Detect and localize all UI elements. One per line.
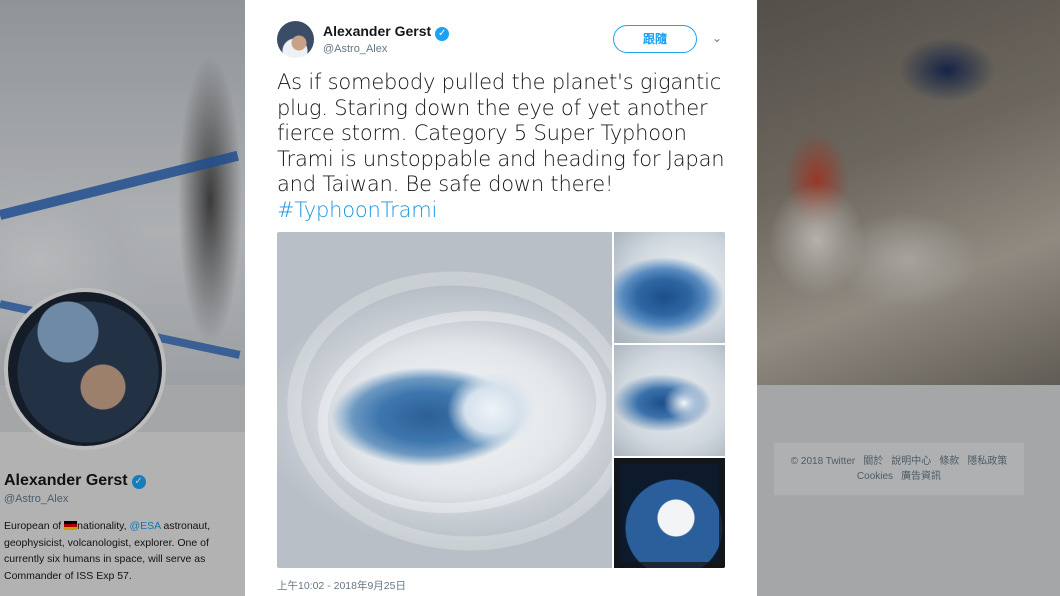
tweet-author-avatar[interactable] (277, 21, 314, 58)
tweet-body: As if somebody pulled the planet's gigan… (277, 70, 725, 196)
tweet-author-handle[interactable]: @Astro_Alex (323, 43, 387, 55)
profile-name[interactable]: Alexander Gerst ✓ (4, 472, 146, 490)
media-photo-thumbnail-2[interactable] (614, 345, 725, 456)
profile-bio: European of nationality, @ESA astronaut,… (4, 518, 236, 584)
tweet-timestamp[interactable]: 上午10:02 - 2018年9月25日 (277, 578, 406, 593)
bio-text: European of (4, 520, 65, 532)
tweet-media-grid (277, 232, 725, 568)
window-frame (614, 458, 725, 568)
profile-avatar[interactable] (4, 288, 166, 450)
bio-text: nationality, (77, 520, 130, 532)
verified-badge-icon: ✓ (131, 475, 146, 489)
profile-background-right: © 2018 Twitter 關於 說明中心 條款 隱私政策 Cookies 廣告資訊 (757, 0, 1060, 596)
tweet-text: As if somebody pulled the planet's gigan… (277, 70, 727, 223)
tweet-author-name[interactable]: Alexander Gerst ✓ (323, 23, 450, 41)
footer-link-about[interactable]: 關於 (863, 456, 883, 467)
media-photo-thumbnail-3[interactable] (614, 458, 725, 568)
footer-link-cookies[interactable]: Cookies (857, 471, 893, 482)
footer-card: © 2018 Twitter 關於 說明中心 條款 隱私政策 Cookies 廣告資訊 (773, 442, 1025, 496)
germany-flag-icon (64, 521, 78, 530)
follow-button[interactable]: 跟隨 (613, 25, 697, 53)
footer-links: © 2018 Twitter 關於 說明中心 條款 隱私政策 Cookies 廣告資訊 (774, 443, 1024, 484)
footer-link-ads[interactable]: 廣告資訊 (901, 471, 941, 482)
footer-copyright: © 2018 Twitter (790, 456, 856, 467)
chevron-down-icon[interactable]: ⌄ (710, 31, 724, 45)
tweet-author-name-text[interactable]: Alexander Gerst (323, 23, 431, 39)
media-photo-typhoon-eye[interactable] (277, 232, 649, 568)
footer-link-privacy[interactable]: 隱私政策 (967, 456, 1007, 467)
footer-link-help[interactable]: 說明中心 (891, 456, 931, 467)
tweet-modal: Alexander Gerst ✓ @Astro_Alex 跟隨 ⌄ As if … (245, 0, 757, 596)
profile-handle[interactable]: @Astro_Alex (4, 493, 68, 505)
hashtag-link[interactable]: #TyphoonTrami (277, 198, 727, 224)
profile-header-photo-right (757, 0, 1060, 385)
bio-mention-link[interactable]: @ESA (129, 520, 160, 532)
footer-link-terms[interactable]: 條款 (939, 456, 959, 467)
media-photo-thumbnail-1[interactable] (614, 232, 725, 343)
verified-badge-icon: ✓ (435, 27, 450, 41)
profile-name-text[interactable]: Alexander Gerst (4, 472, 128, 489)
decorative-stripe (0, 150, 239, 220)
